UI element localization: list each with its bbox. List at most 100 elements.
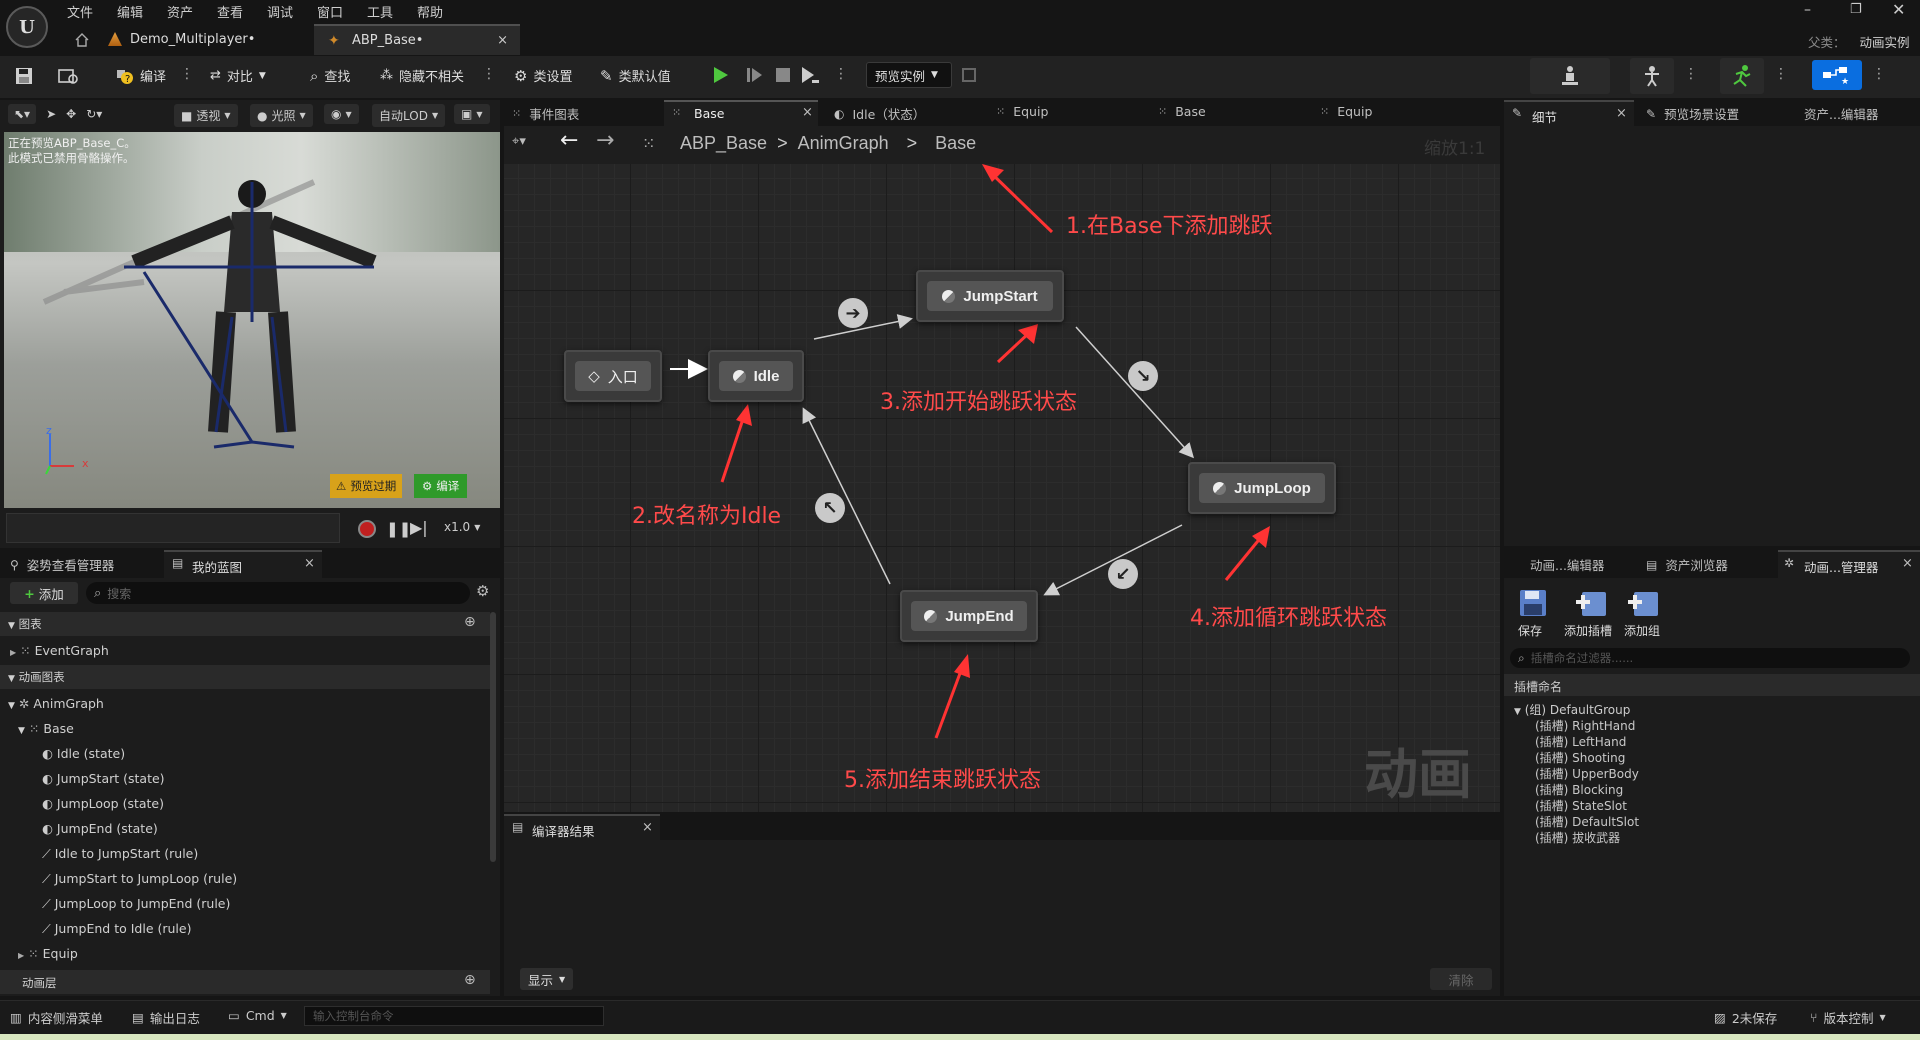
rotate-icon[interactable]: ↻▾ [86,107,102,121]
back-arrow-icon[interactable]: ← [560,128,578,153]
stop-icon[interactable] [776,68,790,82]
state-node-jumploop[interactable]: JumpLoop [1188,462,1336,514]
bookmark-icon[interactable]: ⌖▾ [512,134,526,149]
breadcrumb-item[interactable]: ABP_Base [680,133,767,154]
record-icon[interactable] [358,520,376,538]
compile-button[interactable]: ? 编译 [116,66,166,85]
more-options-icon[interactable]: ⋮ [1684,66,1698,82]
preview-instance-dropdown[interactable]: 预览实例 ▼ [866,62,952,88]
save-icon[interactable] [14,66,34,86]
tree-rule-idle-jumpstart[interactable]: ⟋ Idle to JumpStart (rule) [42,846,198,862]
tab-idle-state[interactable]: ◐ Idle（状态） [834,104,925,123]
scrollbar[interactable] [490,612,496,862]
move-icon[interactable]: ✥ [66,107,76,121]
close-icon[interactable]: × [304,556,315,571]
skeleton-mode-button[interactable] [1530,58,1610,94]
console-input[interactable]: 输入控制台命令 [304,1006,604,1026]
state-node-jumpend[interactable]: JumpEnd [900,590,1038,642]
tab-equip-2[interactable]: ⁙ Equip [1320,104,1372,119]
show-filter-button[interactable]: 显示 ▼ [520,968,574,990]
slot-filter-input[interactable]: ⌕ 插槽命名过滤器...... [1510,648,1910,668]
breadcrumb-item[interactable]: Base [935,133,976,154]
tree-idle-state[interactable]: ◐ Idle (state) [42,746,125,761]
timeline-scrubber[interactable] [6,513,340,543]
lod-button[interactable]: 自动LOD ▼ [372,104,446,127]
slot-item[interactable]: (插槽) 拔收武器 [1535,829,1620,846]
tab-preview-scene[interactable]: ✎ 预览场景设置 [1646,104,1739,123]
close-window-icon[interactable]: ✕ [1892,0,1905,19]
close-icon[interactable]: × [1902,556,1913,571]
unreal-logo[interactable]: U [6,6,48,48]
menu-view[interactable]: 查看 [217,2,243,21]
add-graph-icon[interactable]: ⊕ [464,614,476,630]
menu-debug[interactable]: 调试 [267,2,293,21]
add-slot-button[interactable]: 添加插槽 [1564,588,1620,644]
class-defaults-button[interactable]: ✎ 类默认值 [600,66,671,86]
viewport-compile-button[interactable]: ⚙ 编译 [414,474,468,498]
more-options-icon[interactable]: ⋮ [834,66,848,82]
anim-graphs-section-header[interactable] [0,665,490,689]
home-icon[interactable] [74,32,90,48]
tree-jumpend-state[interactable]: ◐ JumpEnd (state) [42,821,158,836]
tab-event-graph[interactable]: ⁙ 事件图表 [512,104,579,123]
menu-asset[interactable]: 资产 [167,2,193,21]
perspective-button[interactable]: ■ 透视 ▼ [174,104,238,127]
output-log-button[interactable]: ▤ 输出日志 [132,1008,200,1027]
tab-base[interactable]: ⁙ Base [1158,104,1206,119]
tab-equip[interactable]: ⁙ Equip [996,104,1048,119]
tree-equip[interactable]: ▶ ⁙ Equip [18,946,78,961]
gear-icon[interactable]: ⚙ [476,582,489,600]
blueprint-mode-button[interactable]: ★ [1812,60,1862,90]
tree-rule-jumpend-idle[interactable]: ⟋ JumpEnd to Idle (rule) [42,921,191,937]
find-button[interactable]: ⌕ 查找 [310,66,350,86]
slot-item[interactable]: (插槽) RightHand [1535,717,1635,734]
tree-base[interactable]: ▼ ⁙ Base [18,721,74,736]
menu-window[interactable]: 窗口 [317,2,343,21]
play-icon[interactable] [712,65,730,85]
close-icon[interactable]: × [1616,106,1627,121]
breadcrumb-item[interactable]: AnimGraph [798,133,889,154]
slot-item[interactable]: (插槽) Shooting [1535,749,1625,766]
tab-compiler-results[interactable]: ▤ 编译器结果 × [504,814,660,840]
anim-layers-section-header[interactable] [0,970,490,994]
parent-class-link[interactable]: 动画实例 [1860,32,1910,51]
doc-tab-demo-multiplayer[interactable]: Demo_Multiplayer• [92,24,310,55]
playback-speed-dropdown[interactable]: x1.0 ▼ [444,520,480,534]
tab-details[interactable]: ✎ 细节 × [1504,100,1634,126]
add-button[interactable]: + 添加 [10,582,78,604]
tab-anim-manager[interactable]: ✲ 动画...管理器 × [1778,550,1920,578]
tab-my-blueprint[interactable]: ▤ 我的蓝图 × [164,550,322,578]
debug-filter-icon[interactable] [962,68,976,82]
minimize-icon[interactable]: – [1804,2,1811,18]
source-control-button[interactable]: ⑂ 版本控制 ▼ [1810,1008,1886,1027]
close-icon[interactable]: × [802,105,813,120]
tree-anim-graph[interactable]: ▼ ✲ AnimGraph [8,696,104,711]
unsaved-button[interactable]: ▨ 2未保存 [1714,1008,1777,1027]
more-options-icon[interactable]: ⋮ [1872,66,1886,82]
graphs-section-header[interactable] [0,612,490,636]
content-drawer-button[interactable]: ▥ 内容侧滑菜单 [10,1008,103,1027]
more-options-icon[interactable]: ⋮ [482,66,496,82]
class-settings-button[interactable]: ⚙ 类设置 [514,66,572,86]
tree-jumploop-state[interactable]: ◐ JumpLoop (state) [42,796,164,811]
pause-icon[interactable]: ❚❚ [386,520,411,538]
close-icon[interactable]: × [642,820,653,835]
tree-event-graph[interactable]: ▶ ⁙ EventGraph [10,643,109,658]
select-mode-icon[interactable]: ⬉▾ [8,104,37,124]
state-node-idle[interactable]: Idle [708,350,804,402]
hide-unrelated-button[interactable]: ⁂ 隐藏不相关 [380,66,464,85]
slot-group-default[interactable]: ▼ (组) DefaultGroup [1514,701,1630,718]
show-button[interactable]: ◉ ▼ [324,104,359,124]
play-forward-icon[interactable]: ▶| [410,518,428,537]
lighting-button[interactable]: ● 光照 ▼ [250,104,313,127]
more-options-icon[interactable]: ⋮ [180,66,194,82]
browse-icon[interactable] [58,66,80,86]
tree-jumpstart-state[interactable]: ◐ JumpStart (state) [42,771,165,786]
animation-mode-button[interactable] [1720,58,1764,94]
add-layer-icon[interactable]: ⊕ [464,972,476,988]
diff-button[interactable]: ⇄ 对比 ▼ [210,66,266,85]
slot-item[interactable]: (插槽) StateSlot [1535,797,1627,814]
search-input[interactable]: ⌕ 搜索 [86,582,470,604]
slot-item[interactable]: (插槽) LeftHand [1535,733,1626,750]
cmd-dropdown[interactable]: ▭ Cmd ▼ [228,1008,287,1023]
